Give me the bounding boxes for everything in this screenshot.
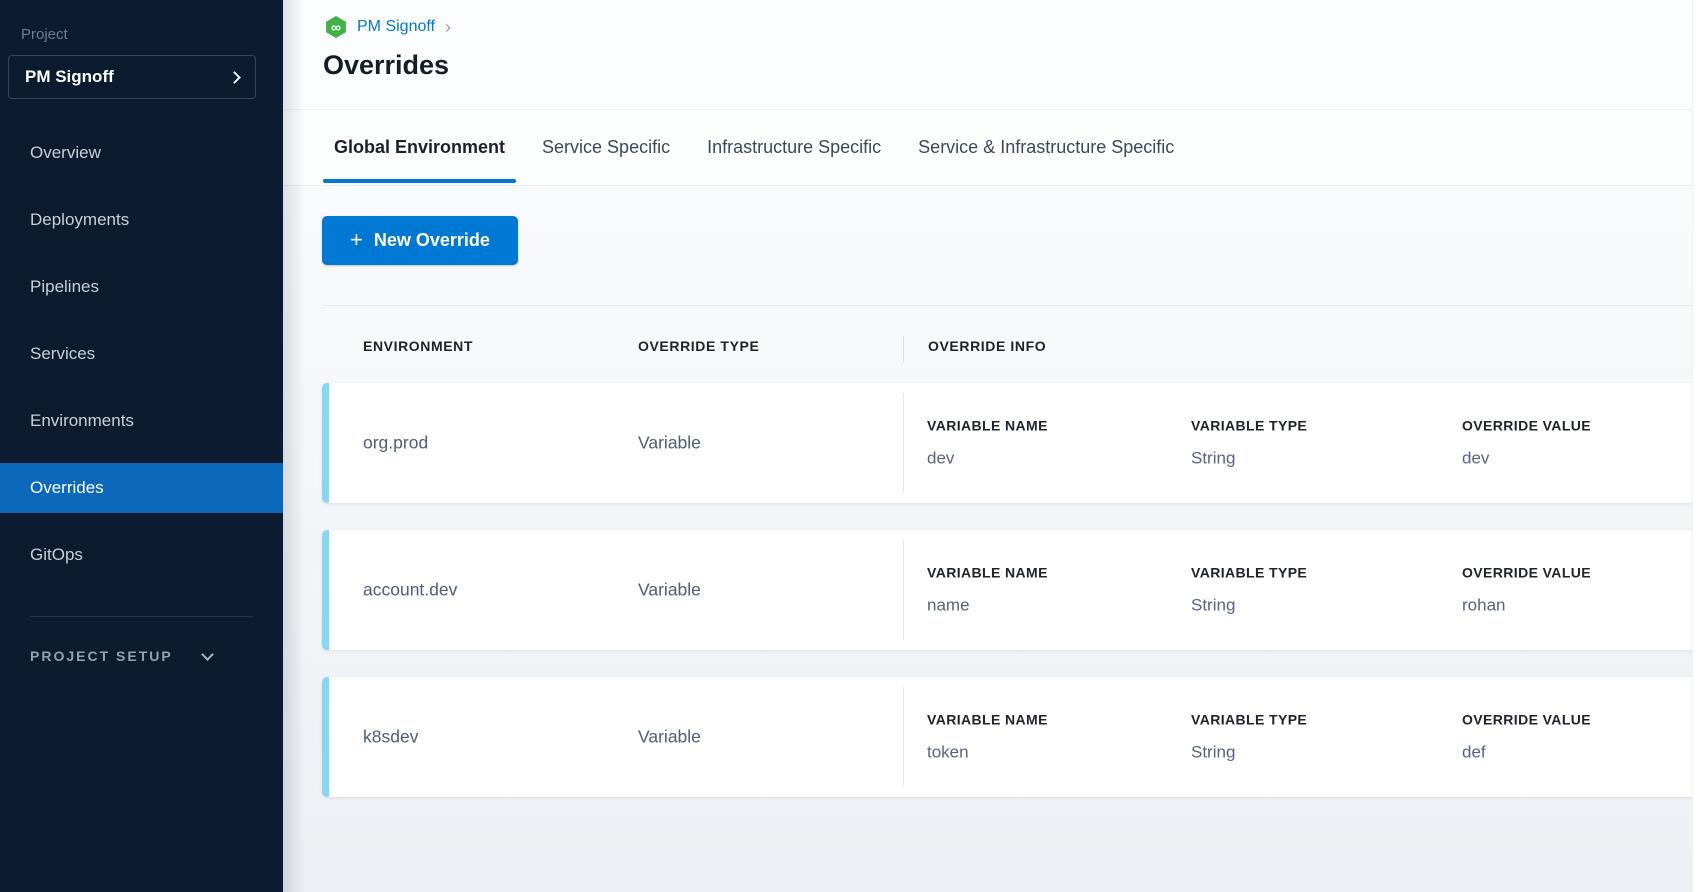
sidebar-item-overview[interactable]: Overview — [0, 128, 283, 178]
cell-environment: k8sdev — [363, 727, 418, 748]
tab-infrastructure-specific[interactable]: Infrastructure Specific — [707, 110, 881, 185]
table-row[interactable]: k8sdev Variable VARIABLE NAME token VARI… — [322, 677, 1708, 797]
cell-variable-name: dev — [927, 449, 1048, 469]
project-label: Project — [21, 26, 68, 43]
project-selector-value: PM Signoff — [25, 67, 114, 87]
tab-bar: Global Environment Service Specific Infr… — [283, 110, 1692, 186]
cell-override-value: rohan — [1462, 596, 1591, 616]
breadcrumb-separator: › — [445, 17, 451, 38]
info-label-override-value: OVERRIDE VALUE — [1462, 565, 1591, 581]
sidebar-item-environments[interactable]: Environments — [0, 396, 283, 446]
cell-variable-type: String — [1191, 743, 1307, 763]
info-label-variable-name: VARIABLE NAME — [927, 712, 1048, 728]
row-accent-bar — [322, 530, 329, 650]
row-accent-bar — [322, 383, 329, 503]
info-label-variable-name: VARIABLE NAME — [927, 418, 1048, 434]
plus-icon: + — [350, 229, 363, 251]
info-label-variable-type: VARIABLE TYPE — [1191, 712, 1307, 728]
info-column-variable-type: VARIABLE TYPE String — [1191, 712, 1307, 763]
info-column-override-value: OVERRIDE VALUE dev — [1462, 418, 1591, 469]
info-label-variable-name: VARIABLE NAME — [927, 565, 1048, 581]
scrollbar[interactable] — [1692, 0, 1708, 892]
cell-variable-name: token — [927, 743, 1048, 763]
cell-override-type: Variable — [638, 580, 701, 601]
info-column-variable-type: VARIABLE TYPE String — [1191, 565, 1307, 616]
tab-global-environment[interactable]: Global Environment — [334, 110, 505, 185]
row-accent-bar — [322, 677, 329, 797]
cell-variable-type: String — [1191, 596, 1307, 616]
cd-module-icon: ∞ — [325, 16, 347, 38]
table-divider — [323, 305, 1708, 306]
tab-service-infrastructure-specific[interactable]: Service & Infrastructure Specific — [918, 110, 1174, 185]
column-header-environment: ENVIRONMENT — [363, 338, 473, 354]
sidebar-item-pipelines[interactable]: Pipelines — [0, 262, 283, 312]
sidebar-item-services[interactable]: Services — [0, 329, 283, 379]
sidebar-divider — [30, 616, 253, 617]
infinity-glyph: ∞ — [331, 16, 341, 38]
chevron-down-icon — [201, 648, 214, 661]
sidebar-item-gitops[interactable]: GitOps — [0, 530, 283, 580]
info-column-variable-name: VARIABLE NAME token — [927, 712, 1048, 763]
info-column-variable-type: VARIABLE TYPE String — [1191, 418, 1307, 469]
info-column-override-value: OVERRIDE VALUE rohan — [1462, 565, 1591, 616]
sidebar-nav: Overview Deployments Pipelines Services … — [0, 128, 283, 597]
sidebar: Project PM Signoff Overview Deployments … — [0, 0, 283, 892]
cell-override-type: Variable — [638, 727, 701, 748]
cell-environment: account.dev — [363, 580, 457, 601]
row-info-divider — [903, 540, 904, 640]
breadcrumb-project-link[interactable]: PM Signoff — [357, 18, 435, 36]
cell-variable-name: name — [927, 596, 1048, 616]
app-window: Project PM Signoff Overview Deployments … — [0, 0, 1708, 892]
breadcrumb: ∞ PM Signoff › — [325, 16, 451, 38]
project-setup-label: PROJECT SETUP — [30, 648, 173, 664]
row-info-divider — [903, 393, 904, 493]
info-column-variable-name: VARIABLE NAME dev — [927, 418, 1048, 469]
column-header-override-type: OVERRIDE TYPE — [638, 338, 759, 354]
main-content: ∞ PM Signoff › Overrides Global Environm… — [283, 0, 1708, 892]
sidebar-item-project-setup[interactable]: PROJECT SETUP — [30, 648, 212, 664]
page-title: Overrides — [323, 50, 449, 81]
cell-environment: org.prod — [363, 433, 428, 454]
sidebar-item-overrides[interactable]: Overrides — [0, 463, 283, 513]
info-label-variable-type: VARIABLE TYPE — [1191, 418, 1307, 434]
tab-service-specific[interactable]: Service Specific — [542, 110, 670, 185]
column-divider — [903, 336, 904, 362]
page-header: ∞ PM Signoff › Overrides — [283, 0, 1708, 110]
table-row[interactable]: account.dev Variable VARIABLE NAME name … — [322, 530, 1708, 650]
cell-override-type: Variable — [638, 433, 701, 454]
sidebar-item-deployments[interactable]: Deployments — [0, 195, 283, 245]
column-header-override-info: OVERRIDE INFO — [928, 338, 1046, 354]
info-column-variable-name: VARIABLE NAME name — [927, 565, 1048, 616]
table-header: ENVIRONMENT OVERRIDE TYPE OVERRIDE INFO — [283, 338, 1708, 360]
row-info-divider — [903, 687, 904, 787]
chevron-right-icon — [228, 71, 241, 84]
content-area: + New Override ENVIRONMENT OVERRIDE TYPE… — [283, 186, 1708, 892]
new-override-button[interactable]: + New Override — [322, 216, 518, 265]
info-label-override-value: OVERRIDE VALUE — [1462, 712, 1591, 728]
info-label-override-value: OVERRIDE VALUE — [1462, 418, 1591, 434]
info-column-override-value: OVERRIDE VALUE def — [1462, 712, 1591, 763]
table-row[interactable]: org.prod Variable VARIABLE NAME dev VARI… — [322, 383, 1708, 503]
cell-variable-type: String — [1191, 449, 1307, 469]
new-override-label: New Override — [374, 230, 490, 251]
cell-override-value: dev — [1462, 449, 1591, 469]
cell-override-value: def — [1462, 743, 1591, 763]
info-label-variable-type: VARIABLE TYPE — [1191, 565, 1307, 581]
project-selector[interactable]: PM Signoff — [8, 55, 256, 99]
